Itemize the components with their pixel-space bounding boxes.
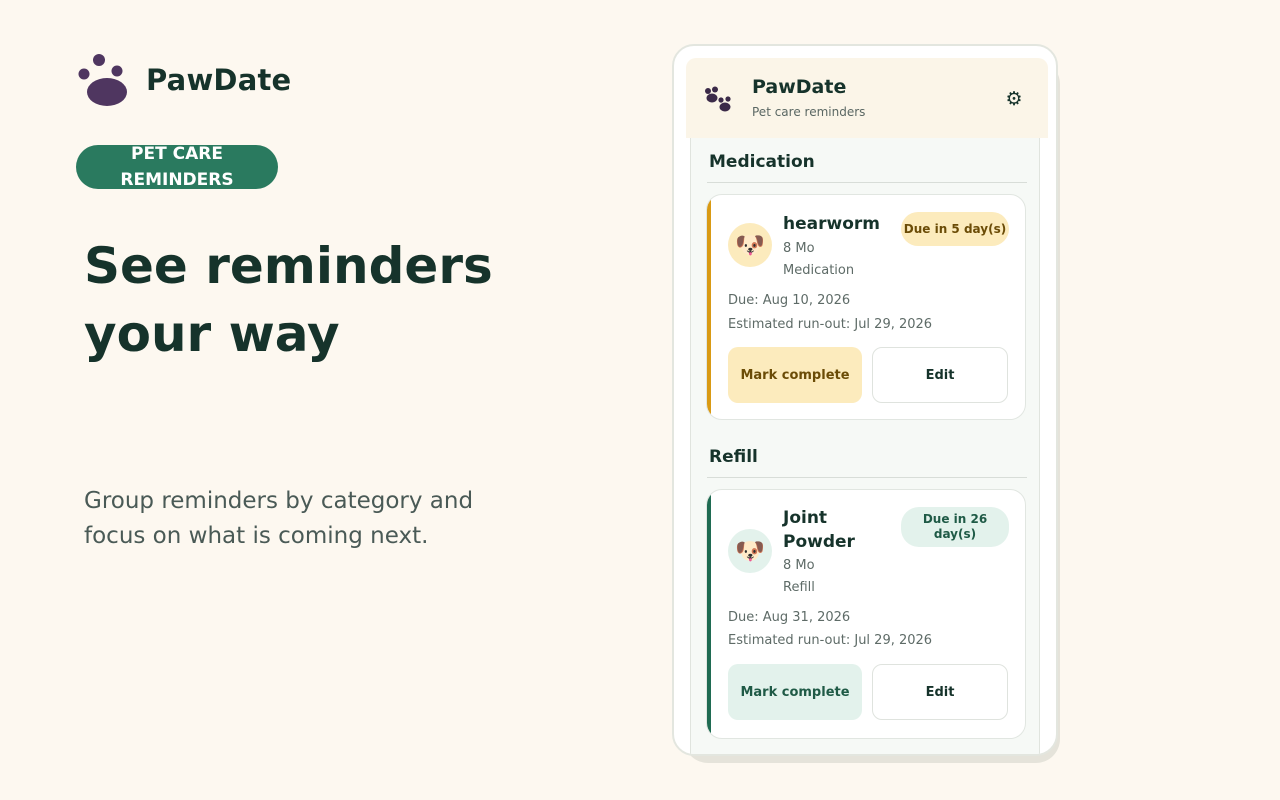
reminder-category: Medication <box>783 263 855 278</box>
reminder-name: Joint Powder <box>783 508 855 552</box>
app-title: PawDate <box>752 76 847 98</box>
brand: PawDate <box>74 52 291 108</box>
due-date: Due: Aug 10, 2026 <box>728 293 851 308</box>
gear-icon[interactable]: ⚙ <box>1004 89 1024 109</box>
brand-name: PawDate <box>146 63 292 97</box>
headline-line-2: your way <box>84 305 340 363</box>
section-title-refill: Refill <box>709 447 758 467</box>
paw-icon <box>702 86 736 120</box>
phone-frame: PawDate Pet care reminders ⚙ Medication … <box>672 44 1058 756</box>
mark-complete-button[interactable]: Mark complete <box>728 347 862 403</box>
headline: See reminders your way <box>84 232 544 368</box>
section-divider <box>707 182 1027 183</box>
subtext: Group reminders by category and focus on… <box>84 488 474 549</box>
runout-date: Estimated run-out: Jul 29, 2026 <box>728 633 933 648</box>
runout-date: Estimated run-out: Jul 29, 2026 <box>728 317 933 332</box>
dog-face-icon: 🐶 <box>728 223 772 267</box>
edit-button[interactable]: Edit <box>872 347 1008 403</box>
status-badge: Due in 26 day(s) <box>901 507 1009 547</box>
paw-logo-icon <box>74 52 130 108</box>
reminder-card-refill[interactable]: 🐶 Joint Powder 8 Mo Refill Due in 26 day… <box>706 489 1026 739</box>
mark-complete-button[interactable]: Mark complete <box>728 664 862 720</box>
dog-face-icon: 🐶 <box>728 529 772 573</box>
reminder-feed[interactable]: Medication 🐶 hearworm 8 Mo Medication Du… <box>690 138 1040 754</box>
reminder-category: Refill <box>783 580 815 595</box>
section-divider <box>707 477 1027 478</box>
status-badge: Due in 5 day(s) <box>901 212 1009 246</box>
headline-line-1: See reminders <box>84 237 493 295</box>
card-accent-bar <box>707 490 711 738</box>
due-date: Due: Aug 31, 2026 <box>728 610 851 625</box>
edit-button[interactable]: Edit <box>872 664 1008 720</box>
reminder-card-medication[interactable]: 🐶 hearworm 8 Mo Medication Due in 5 day(… <box>706 194 1026 420</box>
app-header: PawDate Pet care reminders ⚙ <box>686 58 1048 138</box>
app-subtitle: Pet care reminders <box>752 105 866 119</box>
pet-age: 8 Mo <box>783 558 815 573</box>
section-title-medication: Medication <box>709 152 815 172</box>
reminder-name: hearworm <box>783 214 880 234</box>
category-pill: PET CARE REMINDERS <box>76 144 278 190</box>
card-accent-bar <box>707 195 711 419</box>
pet-age: 8 Mo <box>783 241 815 256</box>
